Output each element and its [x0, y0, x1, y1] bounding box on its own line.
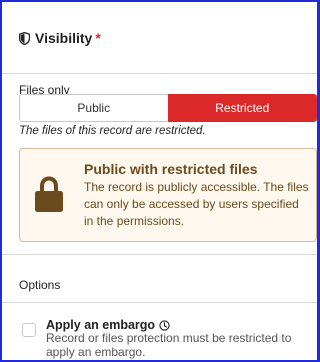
- panel-title: Visibility *: [19, 30, 101, 46]
- clock-icon: [159, 319, 170, 331]
- public-button[interactable]: Public: [19, 94, 168, 122]
- lock-icon: [35, 176, 63, 212]
- options-label: Options: [19, 278, 61, 292]
- embargo-description: Record or files protection must be restr…: [46, 331, 292, 359]
- restricted-button[interactable]: Restricted: [167, 94, 317, 122]
- panel-title-text: Visibility: [35, 30, 93, 46]
- restricted-files-notice: Public with restricted files The record …: [19, 148, 317, 242]
- embargo-title[interactable]: Apply an embargo: [46, 318, 170, 332]
- notice-title: Public with restricted files: [84, 161, 258, 177]
- required-marker: *: [95, 30, 101, 46]
- divider: [2, 302, 317, 303]
- restricted-note: The files of this record are restricted.: [19, 125, 206, 137]
- divider: [2, 254, 317, 255]
- panel-header: Visibility *: [2, 2, 317, 74]
- visibility-panel: Visibility * Files only Public Restricte…: [0, 0, 320, 362]
- embargo-title-text: Apply an embargo: [46, 318, 156, 332]
- notice-body: The record is publicly accessible. The f…: [84, 180, 309, 228]
- embargo-checkbox[interactable]: [22, 323, 36, 337]
- shield-icon: [19, 31, 30, 45]
- files-visibility-toggle: Public Restricted: [19, 94, 317, 122]
